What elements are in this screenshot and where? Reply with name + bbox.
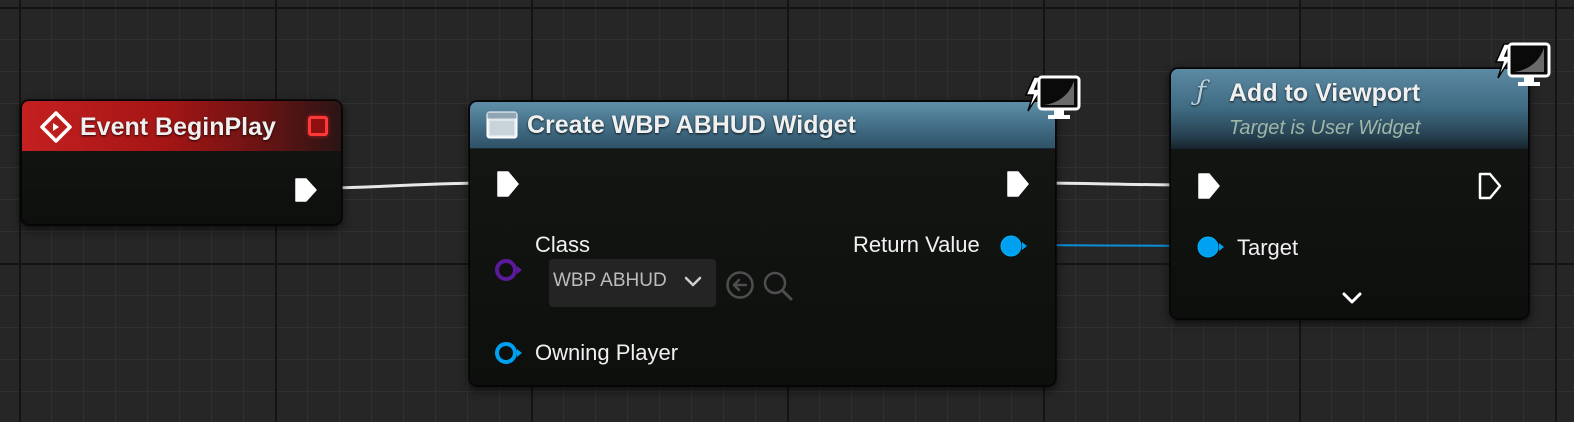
- chevron-down-icon: [684, 276, 702, 287]
- class-input-pin[interactable]: [493, 258, 525, 282]
- chevron-down-icon[interactable]: [1341, 290, 1363, 306]
- exec-wire-beginplay-to-create[interactable]: [317, 181, 495, 190]
- owning-player-label: Owning Player: [535, 340, 679, 365]
- target-label: Target: [1237, 235, 1299, 260]
- class-dropdown[interactable]: WBP ABHUD: [549, 259, 716, 307]
- arrow-left-circle-icon[interactable]: [725, 270, 755, 300]
- event-begin-play-node[interactable]: Event BeginPlay: [21, 100, 342, 225]
- exec-output-pin[interactable]: [1477, 172, 1503, 200]
- node-subtitle: Target is User Widget: [1229, 117, 1421, 139]
- exec-output-pin[interactable]: [293, 177, 319, 203]
- exec-input-pin[interactable]: [495, 170, 521, 198]
- magnifier-icon[interactable]: [762, 270, 794, 302]
- function-icon: ƒ: [1196, 76, 1206, 107]
- class-pin-label: Class: [535, 232, 591, 257]
- return-value-output-pin[interactable]: [998, 234, 1030, 258]
- node-title: Add to Viewport: [1229, 79, 1421, 107]
- exec-input-pin[interactable]: [1196, 172, 1222, 200]
- stop-square-icon[interactable]: [308, 116, 328, 136]
- target-input-pin[interactable]: [1195, 235, 1227, 259]
- add-to-viewport-node[interactable]: ƒ Add to Viewport Target is User Widget …: [1170, 68, 1529, 319]
- node-title: Create WBP ABHUD Widget: [527, 111, 856, 139]
- owning-player-input-pin[interactable]: [493, 341, 525, 365]
- monitor-lightning-icon: [1494, 42, 1551, 86]
- widget-window-icon: [486, 111, 518, 139]
- node-title: Event BeginPlay: [80, 113, 276, 141]
- class-dropdown-value: WBP ABHUD: [553, 270, 667, 291]
- return-value-label: Return Value: [853, 232, 980, 257]
- create-widget-node[interactable]: Create WBP ABHUD Widget Class WBP ABHUD …: [469, 101, 1056, 386]
- diamond-event-icon: [40, 111, 72, 143]
- exec-output-pin[interactable]: [1005, 170, 1031, 198]
- monitor-lightning-icon: [1024, 75, 1081, 119]
